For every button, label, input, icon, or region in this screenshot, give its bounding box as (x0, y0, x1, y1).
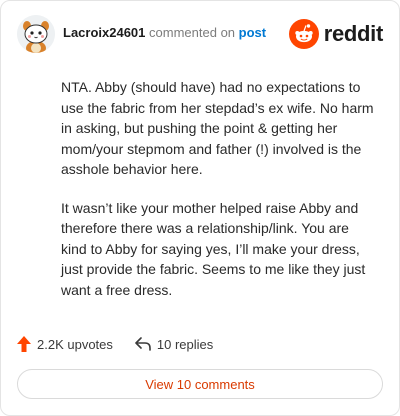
reddit-snoo-icon (288, 19, 319, 49)
view-comments-button[interactable]: View 10 comments (17, 369, 383, 399)
reddit-logo[interactable]: reddit (288, 19, 384, 49)
action-text: commented on (149, 25, 236, 40)
comment-paragraph: It wasn’t like your mother helped raise … (61, 199, 366, 298)
comment-header: Lacroix24601 commented on post reddit (17, 15, 383, 55)
replies-button[interactable]: 10 replies (135, 337, 213, 352)
post-link[interactable]: post (239, 25, 266, 40)
upvote-arrow-icon (17, 336, 31, 352)
logo-text: reddit (323, 21, 384, 46)
replies-count: 10 replies (156, 336, 214, 352)
avatar[interactable] (17, 15, 55, 53)
comment-body: NTA. Abby (should have) had no expectati… (61, 77, 375, 318)
upvote-count: 2.2K upvotes (37, 336, 113, 352)
username[interactable]: Lacroix24601 (63, 25, 145, 40)
upvote-button[interactable]: 2.2K upvotes (17, 336, 113, 352)
comment-paragraph: NTA. Abby (should have) had no expectati… (61, 79, 374, 177)
comment-card: Lacroix24601 commented on post reddit NT… (0, 0, 400, 416)
comment-meta: Lacroix24601 commented on post (63, 25, 266, 40)
snoo-avatar-icon (17, 15, 55, 53)
comment-actions: 2.2K upvotes 10 replies (17, 335, 235, 353)
reply-arrow-icon (135, 337, 151, 351)
